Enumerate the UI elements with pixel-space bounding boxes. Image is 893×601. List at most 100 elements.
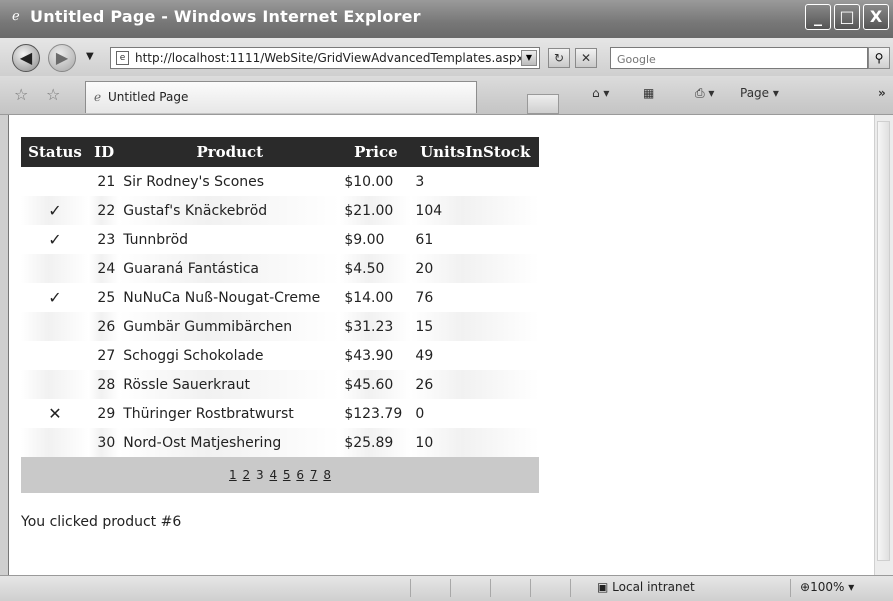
price-cell: $9.00	[344, 231, 385, 248]
address-bar[interactable]: e http://localhost:1111/WebSite/GridView…	[110, 47, 540, 69]
table-row: 21 Sir Rodney's Scones $10.00 3	[21, 167, 539, 196]
maximize-button[interactable]: □	[834, 4, 860, 30]
product-cell: Gumbär Gummibärchen	[119, 312, 341, 341]
favorites-star-icon[interactable]: ☆	[14, 85, 28, 104]
grid-header-row: Status ID Product Price UnitsInStock	[21, 137, 539, 167]
recent-pages-dropdown-icon[interactable]: ▼	[86, 51, 94, 62]
page-link-6[interactable]: 6	[295, 468, 305, 482]
forward-button[interactable]: ▶	[48, 44, 76, 72]
scrollbar-thumb[interactable]	[877, 121, 890, 561]
table-row: ✓ 22 Gustaf's Knäckebröd $21.00 104	[21, 196, 539, 225]
status-cell	[21, 254, 89, 283]
product-cell: NuNuCa Nuß-Nougat-Creme	[123, 289, 321, 306]
stop-button[interactable]: ✕	[575, 48, 597, 68]
price-cell: $43.90	[344, 347, 394, 364]
new-tab-button[interactable]	[527, 94, 559, 114]
security-zone[interactable]: ▣ Local intranet	[597, 580, 695, 594]
page-link-4[interactable]: 4	[268, 468, 278, 482]
zone-label: Local intranet	[612, 580, 695, 594]
pager-row: 1 2 3 4 5 6 7 8	[21, 457, 539, 493]
tab-label: Untitled Page	[108, 90, 189, 104]
zoom-control[interactable]: ⊕100% ▾	[800, 580, 854, 594]
status-cell	[21, 167, 89, 196]
home-icon[interactable]: ⌂ ▾	[592, 86, 609, 100]
status-divider	[790, 579, 791, 597]
close-button[interactable]: X	[863, 4, 889, 30]
units-cell: 61	[415, 231, 434, 248]
address-dropdown-icon[interactable]: ▼	[521, 50, 537, 66]
id-cell: 23	[97, 231, 116, 248]
ie-page-icon: ℯ	[94, 90, 102, 104]
table-row: 26 Gumbär Gummibärchen $31.23 15	[21, 312, 539, 341]
price-cell: $25.89	[340, 428, 412, 457]
header-product: Product	[119, 137, 341, 167]
page-menu[interactable]: Page ▾	[740, 86, 779, 100]
back-arrow-icon: ◀	[19, 48, 33, 67]
header-status: Status	[21, 137, 89, 167]
products-gridview: Status ID Product Price UnitsInStock 21 …	[21, 137, 539, 493]
pager: 1 2 3 4 5 6 7 8	[21, 457, 539, 493]
product-cell: Sir Rodney's Scones	[123, 173, 265, 190]
feeds-icon[interactable]: ▦	[643, 86, 654, 100]
status-cell	[21, 341, 89, 370]
status-cross-icon: ✕	[48, 404, 62, 423]
product-cell: Rössle Sauerkraut	[119, 370, 341, 399]
table-row: 30 Nord-Ost Matjeshering $25.89 10	[21, 428, 539, 457]
stop-icon: ✕	[580, 51, 592, 65]
refresh-button[interactable]: ↻	[548, 48, 570, 68]
status-cell	[21, 370, 89, 399]
units-cell: 20	[411, 254, 539, 283]
product-cell: Guaraná Fantástica	[119, 254, 341, 283]
forward-arrow-icon: ▶	[55, 48, 69, 67]
table-row: 24 Guaraná Fantástica $4.50 20	[21, 254, 539, 283]
price-cell: $31.23	[340, 312, 412, 341]
table-row: 27 Schoggi Schokolade $43.90 49	[21, 341, 539, 370]
id-cell: 24	[89, 254, 120, 283]
page-link-8[interactable]: 8	[322, 468, 332, 482]
title-bar: ℯ Untitled Page - Windows Internet Explo…	[0, 0, 893, 39]
product-cell: Schoggi Schokolade	[123, 347, 264, 364]
price-cell: $14.00	[344, 289, 394, 306]
header-id: ID	[89, 137, 120, 167]
status-check-icon: ✓	[21, 196, 89, 225]
print-icon[interactable]: ⎙ ▾	[695, 86, 714, 101]
table-row: ✕ 29 Thüringer Rostbratwurst $123.79 0	[21, 399, 539, 428]
vertical-scrollbar[interactable]	[874, 115, 893, 575]
minimize-button[interactable]: _	[805, 4, 831, 30]
ie-logo-icon: ℯ	[12, 9, 20, 24]
more-commands-icon[interactable]: »	[878, 86, 886, 100]
page-link-7[interactable]: 7	[309, 468, 319, 482]
address-toolbar: ◀ ▶ ▼ e http://localhost:1111/WebSite/Gr…	[0, 38, 893, 76]
status-divider	[490, 579, 491, 597]
page-link-2[interactable]: 2	[242, 468, 252, 482]
price-cell: $123.79	[344, 405, 403, 422]
address-url[interactable]: http://localhost:1111/WebSite/GridViewAd…	[135, 51, 524, 65]
tab-untitled-page[interactable]: ℯ Untitled Page	[85, 81, 559, 114]
page-link-1[interactable]: 1	[228, 468, 238, 482]
refresh-icon: ↻	[553, 51, 565, 65]
click-message: You clicked product #6	[21, 514, 182, 530]
search-input[interactable]	[611, 49, 853, 70]
status-divider	[570, 579, 571, 597]
id-cell: 30	[89, 428, 120, 457]
window-controls: _ □ X	[805, 4, 889, 30]
status-divider	[410, 579, 411, 597]
units-cell: 104	[411, 196, 539, 225]
search-box[interactable]	[610, 47, 868, 70]
units-cell: 10	[411, 428, 539, 457]
status-divider	[530, 579, 531, 597]
zoom-dropdown-icon[interactable]: ▾	[848, 580, 854, 594]
add-favorites-icon[interactable]: ☆	[46, 85, 60, 104]
status-cell	[21, 312, 89, 341]
table-row: ✓ 23 Tunnbröd $9.00 61	[21, 225, 539, 254]
window-title: Untitled Page - Windows Internet Explore…	[30, 7, 421, 26]
zoom-icon: ⊕	[800, 580, 811, 594]
back-button[interactable]: ◀	[12, 44, 40, 72]
header-units-in-stock: UnitsInStock	[411, 137, 539, 167]
product-cell: Gustaf's Knäckebröd	[119, 196, 341, 225]
page-icon: e	[116, 51, 129, 65]
page-link-5[interactable]: 5	[282, 468, 292, 482]
status-cell	[21, 428, 89, 457]
search-button[interactable]: ⚲	[868, 47, 890, 69]
status-check-icon: ✓	[48, 230, 62, 249]
